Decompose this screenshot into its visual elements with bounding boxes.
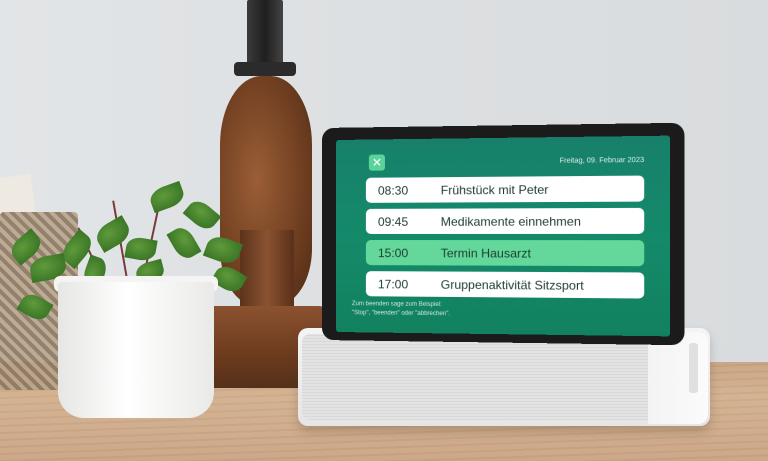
schedule-time: 09:45 bbox=[377, 214, 409, 229]
dock-side-button[interactable] bbox=[689, 343, 698, 393]
schedule-time: 15:00 bbox=[377, 245, 409, 260]
voice-hint: Zum beenden sage zum Beispiel: "Stop", "… bbox=[352, 300, 450, 319]
schedule-row[interactable]: 08:30 Frühstück mit Peter bbox=[365, 175, 645, 203]
voice-hint-line: "Stop", "beenden" oder "abbrechen". bbox=[351, 310, 451, 318]
flower-pot bbox=[58, 282, 214, 418]
date-label: Freitag, 09. Februar 2023 bbox=[559, 156, 645, 165]
tablet-screen: ✕ Freitag, 09. Februar 2023 08:30 Frühst… bbox=[336, 135, 671, 337]
schedule-row-active[interactable]: 15:00 Termin Hausarzt bbox=[365, 240, 645, 267]
schedule-title: Medikamente einnehmen bbox=[440, 213, 581, 229]
schedule-title: Gruppenaktivität Sitzsport bbox=[440, 277, 584, 293]
schedule-title: Frühstück mit Peter bbox=[440, 181, 549, 197]
close-icon[interactable]: ✕ bbox=[368, 154, 385, 171]
speaker-fabric bbox=[302, 334, 648, 420]
schedule-row[interactable]: 09:45 Medikamente einnehmen bbox=[365, 207, 645, 234]
schedule-time: 08:30 bbox=[377, 182, 409, 198]
schedule-title: Termin Hausarzt bbox=[440, 245, 531, 261]
dock-end-cap bbox=[648, 332, 708, 424]
lamp-cap bbox=[234, 62, 296, 76]
schedule-time: 17:00 bbox=[377, 276, 409, 292]
lamp-neck bbox=[240, 230, 294, 310]
schedule-row[interactable]: 17:00 Gruppenaktivität Sitzsport bbox=[365, 271, 645, 299]
